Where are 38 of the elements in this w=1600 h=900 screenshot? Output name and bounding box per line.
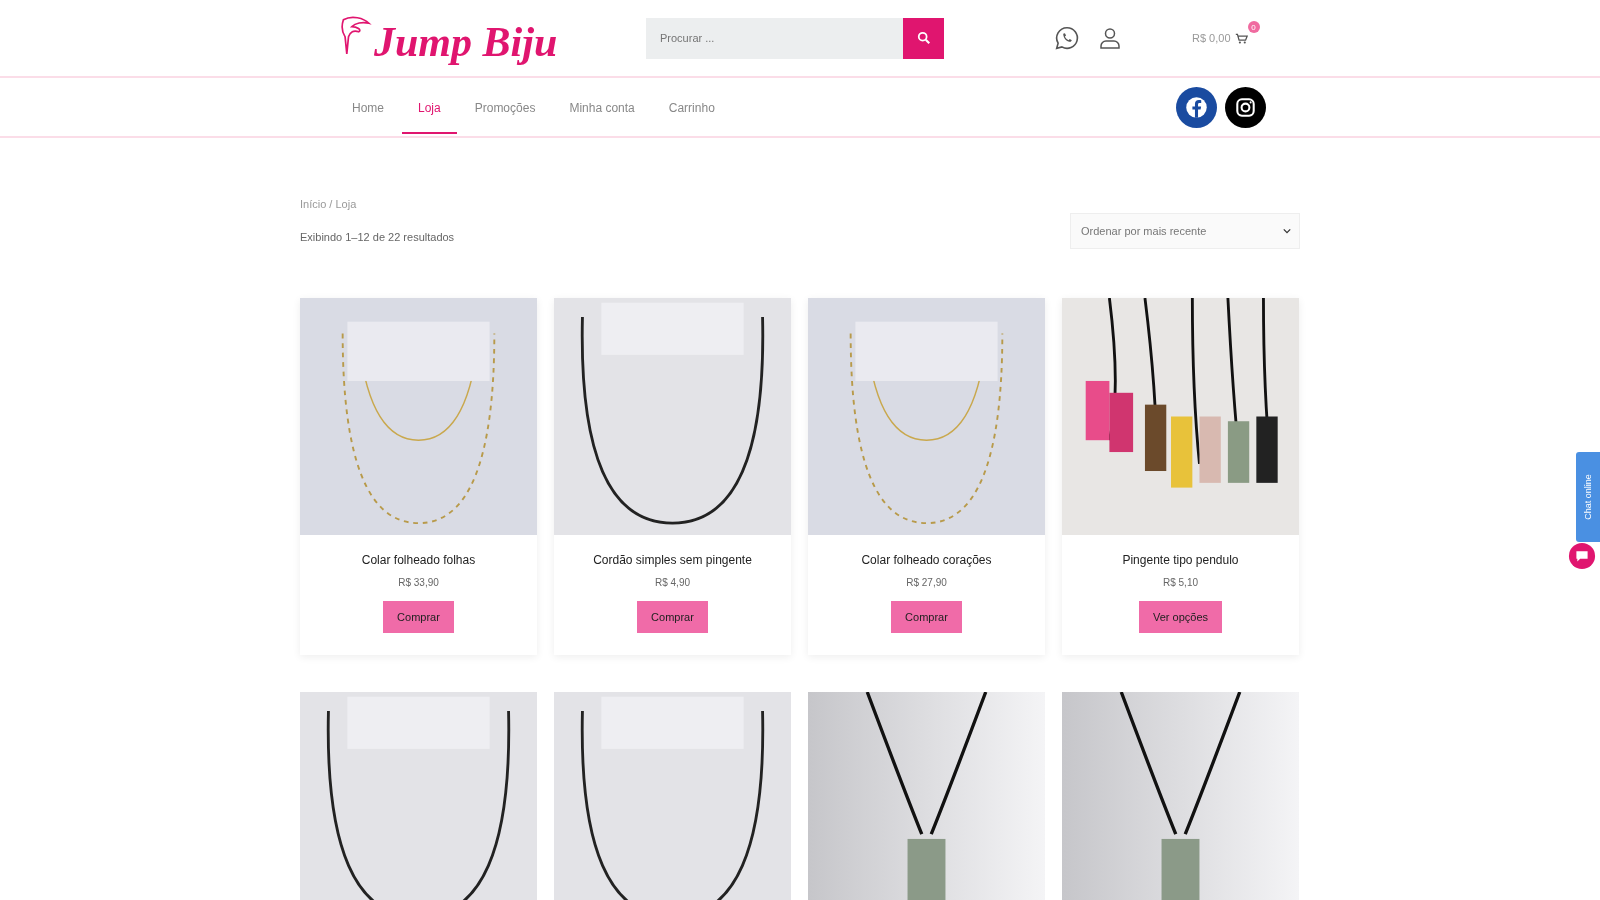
buy-button[interactable]: Comprar bbox=[891, 601, 962, 633]
sort-dropdown[interactable]: Ordenar por mais recente bbox=[1070, 213, 1300, 249]
chat-icon[interactable] bbox=[1568, 542, 1596, 570]
instagram-icon[interactable] bbox=[1225, 86, 1266, 128]
product-name[interactable]: Colar folheado corações bbox=[861, 553, 992, 567]
whatsapp-icon[interactable] bbox=[1054, 25, 1080, 51]
photo-placeholder[interactable] bbox=[554, 692, 791, 900]
search-button[interactable] bbox=[903, 17, 944, 59]
search-icon bbox=[916, 31, 931, 45]
result-count: Exibindo 1–12 de 22 resultados bbox=[300, 231, 455, 243]
breadcrumb: Início / Loja bbox=[300, 198, 358, 210]
product-name[interactable]: Colar folheado folhas bbox=[361, 553, 476, 567]
product-price: R$ 5,10 bbox=[1163, 577, 1198, 588]
product-price: R$ 33,90 bbox=[398, 577, 439, 588]
nav-link[interactable]: Minha conta bbox=[553, 84, 651, 134]
product-price: R$ 27,90 bbox=[906, 577, 947, 588]
buy-button[interactable]: Comprar bbox=[383, 601, 454, 633]
nav-link[interactable]: Loja bbox=[402, 84, 457, 134]
nav-link[interactable]: Home bbox=[336, 84, 400, 134]
caret-icon bbox=[1283, 228, 1291, 234]
nav-link[interactable]: Carrinho bbox=[652, 84, 731, 134]
search-field[interactable]: Procurar ... bbox=[646, 17, 903, 59]
product-price: R$ 4,90 bbox=[655, 577, 690, 588]
user-icon[interactable] bbox=[1098, 25, 1122, 51]
product-name[interactable]: Cordão simples sem pingente bbox=[593, 553, 752, 567]
photo-placeholder[interactable] bbox=[554, 298, 791, 535]
buy-button[interactable]: Ver opções bbox=[1138, 601, 1222, 633]
logo[interactable]: Jump Biju bbox=[340, 13, 640, 63]
cart-count-badge: 0 bbox=[1247, 21, 1260, 33]
logo-text: Jump Biju bbox=[374, 21, 558, 63]
product-name[interactable]: Pingente tipo pendulo bbox=[1122, 553, 1239, 567]
buy-button[interactable]: Comprar bbox=[637, 601, 708, 633]
facebook-icon[interactable] bbox=[1176, 86, 1217, 128]
chat-tab[interactable]: Chat online bbox=[1576, 452, 1600, 542]
nav-link[interactable]: Promoções bbox=[458, 84, 552, 134]
photo-placeholder[interactable] bbox=[1062, 298, 1299, 535]
photo-placeholder[interactable] bbox=[300, 692, 537, 900]
cart-icon bbox=[1234, 31, 1248, 45]
